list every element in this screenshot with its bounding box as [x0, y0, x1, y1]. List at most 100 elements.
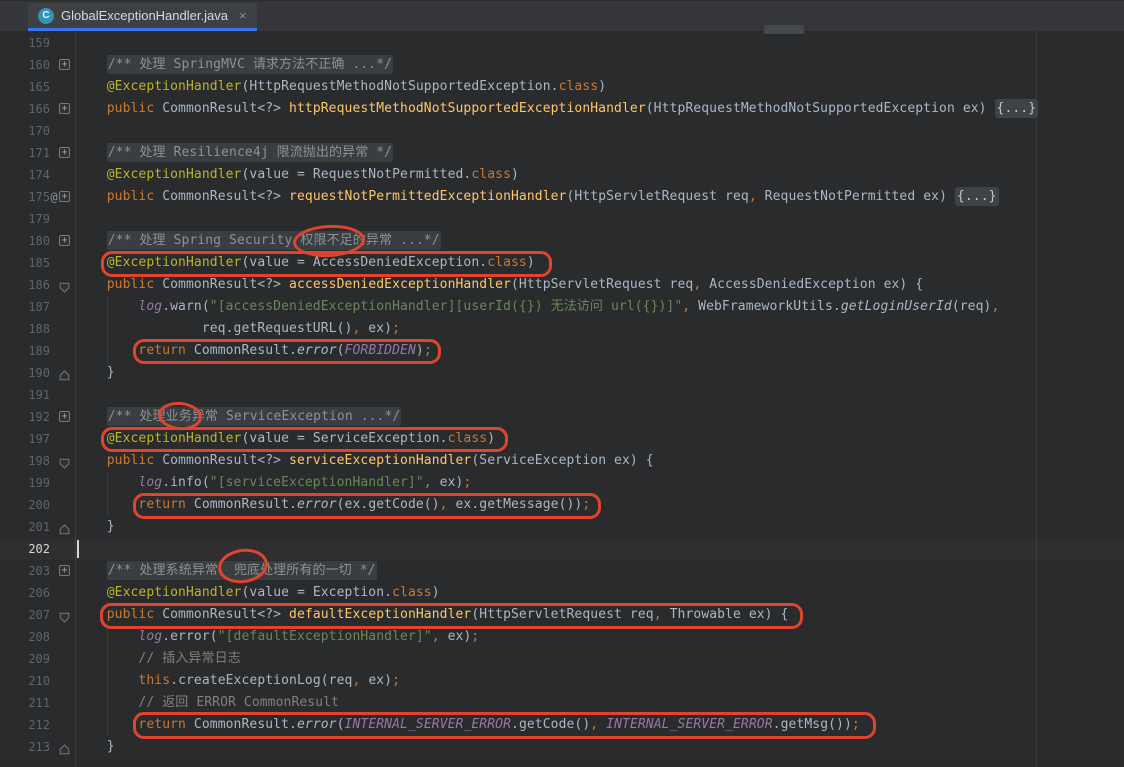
- line-number: 171: [0, 142, 50, 164]
- line-number: 180: [0, 230, 50, 252]
- code-line[interactable]: 203 + /** 处理系统异常, 兜底处理所有的一切 */: [0, 560, 1124, 582]
- code-line[interactable]: 187 log.warn("[accessDeniedExceptionHand…: [0, 296, 1124, 318]
- code-line[interactable]: 213 }: [0, 736, 1124, 758]
- code-line[interactable]: 185 @ExceptionHandler(value = AccessDeni…: [0, 252, 1124, 274]
- line-number: 198: [0, 450, 50, 472]
- code-line[interactable]: 190 }: [0, 362, 1124, 384]
- line-number: 210: [0, 670, 50, 692]
- line-number: 200: [0, 494, 50, 516]
- tab-globalexceptionhandler[interactable]: C GlobalExceptionHandler.java ×: [28, 3, 257, 31]
- code-line[interactable]: 186 public CommonResult<?> accessDeniedE…: [0, 274, 1124, 296]
- code-text: @ExceptionHandler(value = AccessDeniedEx…: [75, 252, 535, 274]
- fold-region-end-icon[interactable]: [59, 521, 70, 532]
- code-text: @ExceptionHandler(value = Exception.clas…: [75, 582, 440, 604]
- code-editor[interactable]: 159160+ /** 处理 SpringMVC 请求方法不正确 ...*/16…: [0, 31, 1124, 767]
- fold-region-end-icon[interactable]: [59, 367, 70, 378]
- code-line[interactable]: 174 @ExceptionHandler(value = RequestNot…: [0, 164, 1124, 186]
- code-text: @ExceptionHandler(value = ServiceExcepti…: [75, 428, 495, 450]
- code-text: }: [75, 362, 115, 384]
- fold-expand-icon[interactable]: +: [59, 235, 70, 246]
- line-number: 199: [0, 472, 50, 494]
- code-text: /** 处理 Spring Security 权限不足的异常 ...*/: [75, 230, 441, 252]
- code-line[interactable]: 159: [0, 32, 1124, 54]
- line-number: 175: [0, 186, 50, 208]
- code-line[interactable]: 198 public CommonResult<?> serviceExcept…: [0, 450, 1124, 472]
- line-number: 203: [0, 560, 50, 582]
- line-number: 170: [0, 120, 50, 142]
- code-text: public CommonResult<?> accessDeniedExcep…: [75, 274, 923, 296]
- code-line[interactable]: 201 }: [0, 516, 1124, 538]
- code-lines: 159160+ /** 处理 SpringMVC 请求方法不正确 ...*/16…: [0, 32, 1124, 758]
- text-caret: [77, 540, 79, 558]
- code-text: log.error("[defaultExceptionHandler]", e…: [75, 626, 479, 648]
- line-number: 191: [0, 384, 50, 406]
- fold-expand-icon[interactable]: +: [59, 59, 70, 70]
- code-line[interactable]: 209 // 插入异常日志: [0, 648, 1124, 670]
- code-text: @ExceptionHandler(value = RequestNotPerm…: [75, 164, 519, 186]
- code-line[interactable]: 175@+ public CommonResult<?> requestNotP…: [0, 186, 1124, 208]
- fold-expand-icon[interactable]: +: [59, 411, 70, 422]
- line-number: 166: [0, 98, 50, 120]
- tab-close-icon[interactable]: ×: [239, 8, 247, 23]
- fold-region-start-icon[interactable]: [59, 455, 70, 466]
- code-line[interactable]: 206 @ExceptionHandler(value = Exception.…: [0, 582, 1124, 604]
- line-number: 206: [0, 582, 50, 604]
- code-text: /** 处理系统异常, 兜底处理所有的一切 */: [75, 560, 377, 582]
- code-line[interactable]: 208 log.error("[defaultExceptionHandler]…: [0, 626, 1124, 648]
- line-number: 213: [0, 736, 50, 758]
- fold-region-end-icon[interactable]: [59, 741, 70, 752]
- code-line[interactable]: 211 // 返回 ERROR CommonResult: [0, 692, 1124, 714]
- code-line[interactable]: 166 + public CommonResult<?> httpRequestM…: [0, 98, 1124, 120]
- line-number: 189: [0, 340, 50, 362]
- line-number: 160: [0, 54, 50, 76]
- line-number: 192: [0, 406, 50, 428]
- code-text: this.createExceptionLog(req, ex);: [75, 670, 400, 692]
- code-line[interactable]: 210 this.createExceptionLog(req, ex);: [0, 670, 1124, 692]
- fold-expand-icon[interactable]: +: [59, 103, 70, 114]
- code-line[interactable]: 170: [0, 120, 1124, 142]
- code-text: log.info("[serviceExceptionHandler]", ex…: [75, 472, 471, 494]
- code-line[interactable]: 202: [0, 538, 1124, 560]
- code-line[interactable]: 165 @ExceptionHandler(HttpRequestMethodN…: [0, 76, 1124, 98]
- code-text: /** 处理业务异常 ServiceException ...*/: [75, 406, 401, 428]
- line-number: 185: [0, 252, 50, 274]
- code-line[interactable]: 180 + /** 处理 Spring Security 权限不足的异常 ...*…: [0, 230, 1124, 252]
- tab-title: GlobalExceptionHandler.java: [61, 8, 228, 23]
- line-number: 201: [0, 516, 50, 538]
- line-number: 208: [0, 626, 50, 648]
- line-number: 186: [0, 274, 50, 296]
- code-line[interactable]: 197 @ExceptionHandler(value = ServiceExc…: [0, 428, 1124, 450]
- line-number: 197: [0, 428, 50, 450]
- fold-region-start-icon[interactable]: [59, 609, 70, 620]
- line-number: 190: [0, 362, 50, 384]
- fold-expand-icon[interactable]: +: [59, 147, 70, 158]
- code-line[interactable]: 171+ /** 处理 Resilience4j 限流抛出的异常 */: [0, 142, 1124, 164]
- line-number: 211: [0, 692, 50, 714]
- line-number: 188: [0, 318, 50, 340]
- line-number: 202: [0, 538, 50, 560]
- code-text: // 插入异常日志: [75, 648, 241, 670]
- code-line[interactable]: 160+ /** 处理 SpringMVC 请求方法不正确 ...*/: [0, 54, 1124, 76]
- code-line[interactable]: 199 log.info("[serviceExceptionHandler]"…: [0, 472, 1124, 494]
- code-line[interactable]: 192 + /** 处理业务异常 ServiceException ...*/: [0, 406, 1124, 428]
- code-text: @ExceptionHandler(HttpRequestMethodNotSu…: [75, 76, 606, 98]
- code-line[interactable]: 189 return CommonResult.error(FORBIDDEN)…: [0, 340, 1124, 362]
- code-line[interactable]: 212 return CommonResult.error(INTERNAL_S…: [0, 714, 1124, 736]
- code-text: }: [75, 736, 115, 758]
- fold-expand-icon[interactable]: +: [59, 191, 70, 202]
- fold-expand-icon[interactable]: +: [59, 565, 70, 576]
- code-text: public CommonResult<?> httpRequestMethod…: [75, 98, 1038, 120]
- code-line[interactable]: 200 return CommonResult.error(ex.getCode…: [0, 494, 1124, 516]
- code-text: req.getRequestURL(), ex);: [75, 318, 400, 340]
- line-number: 209: [0, 648, 50, 670]
- line-number: 179: [0, 208, 50, 230]
- code-text: return CommonResult.error(ex.getCode(), …: [75, 494, 590, 516]
- fold-region-start-icon[interactable]: [59, 279, 70, 290]
- code-line[interactable]: 207 public CommonResult<?> defaultExcept…: [0, 604, 1124, 626]
- code-text: // 返回 ERROR CommonResult: [75, 692, 339, 714]
- line-number: 212: [0, 714, 50, 736]
- code-line[interactable]: 188 req.getRequestURL(), ex);: [0, 318, 1124, 340]
- code-line[interactable]: 191: [0, 384, 1124, 406]
- scrollbar-thumb[interactable]: [764, 25, 804, 34]
- code-line[interactable]: 179: [0, 208, 1124, 230]
